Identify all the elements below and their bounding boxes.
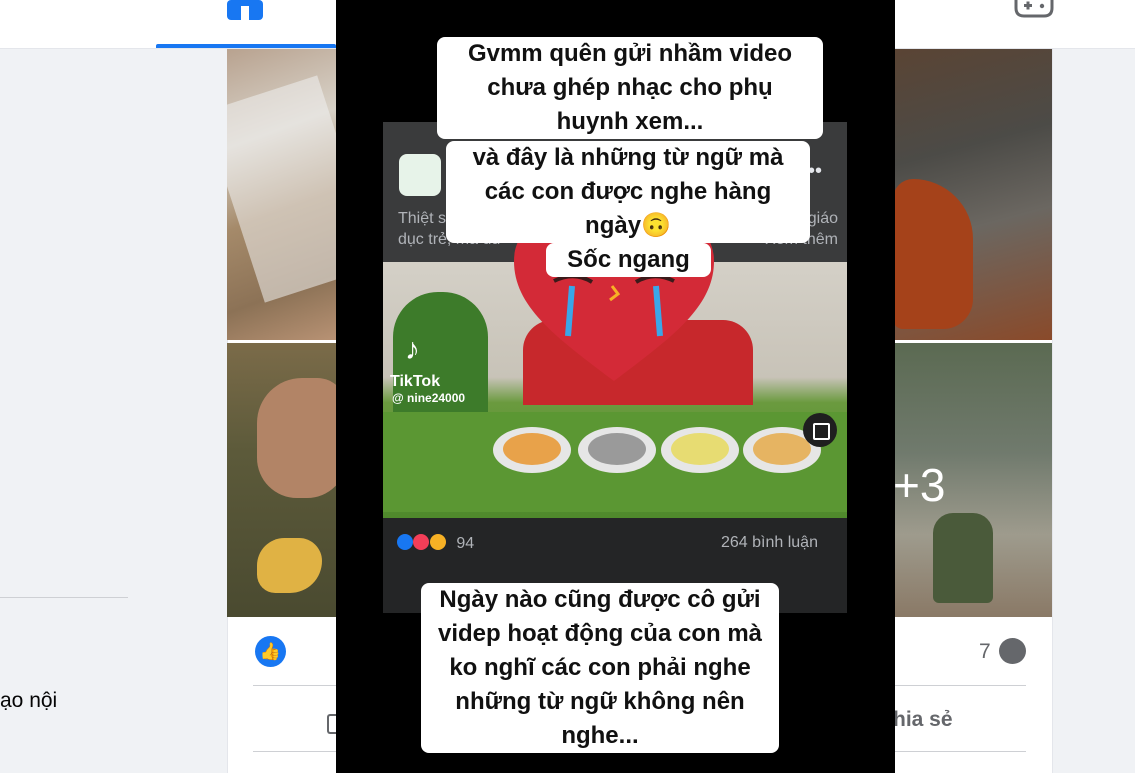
photo-content bbox=[257, 378, 337, 498]
like-icon bbox=[397, 534, 413, 550]
reaction-count: 94 bbox=[456, 535, 475, 552]
tiktok-logo-icon: ♪ bbox=[405, 333, 420, 366]
comment-count[interactable]: 7 bbox=[979, 640, 991, 664]
food-plate bbox=[661, 427, 739, 473]
sidebar-item-label[interactable]: ạo nội bbox=[0, 689, 57, 713]
photo-content bbox=[227, 75, 337, 303]
more-options-icon: •• bbox=[808, 160, 823, 182]
food-plate bbox=[578, 427, 656, 473]
post-photo-1[interactable] bbox=[227, 49, 337, 340]
post-photo-3[interactable] bbox=[893, 49, 1052, 340]
embedded-comment-count: 264 bình luận bbox=[721, 534, 818, 551]
photo-content bbox=[257, 538, 322, 593]
tiktok-brand: TikTok bbox=[390, 373, 441, 390]
post-photo-2[interactable] bbox=[227, 343, 337, 617]
reaction-summary: 94 bbox=[397, 534, 474, 553]
video-caption-top: Gvmm quên gửi nhầm video chưa ghép nhạc … bbox=[437, 37, 823, 139]
picture-in-picture-icon bbox=[803, 413, 837, 447]
avatar bbox=[399, 154, 441, 196]
gamepad-icon[interactable] bbox=[1012, 0, 1056, 18]
photo-content bbox=[933, 513, 993, 603]
like-reaction-icon[interactable]: 👍 bbox=[255, 636, 286, 667]
tab-home-active-indicator bbox=[156, 44, 336, 48]
share-button[interactable]: hia sẻ bbox=[893, 708, 953, 732]
more-photos-count[interactable]: +3 bbox=[893, 458, 953, 512]
tiktok-watermark: ♪ TikTok @ nine24000 bbox=[390, 333, 480, 405]
video-caption-middle: và đây là những từ ngữ mà các con được n… bbox=[446, 141, 810, 243]
comment-bubble-icon[interactable] bbox=[999, 638, 1026, 664]
sidebar-divider bbox=[0, 597, 128, 598]
wow-icon bbox=[429, 534, 446, 550]
food-plate bbox=[493, 427, 571, 473]
home-icon[interactable] bbox=[227, 0, 263, 20]
tiktok-username: @ nine24000 bbox=[392, 391, 466, 405]
angry-icon bbox=[413, 534, 430, 550]
video-caption-bottom: Ngày nào cũng được cô gửi videp hoạt độn… bbox=[421, 583, 779, 753]
video-caption-shock: Sốc ngang bbox=[546, 243, 711, 277]
photo-content bbox=[893, 179, 973, 329]
